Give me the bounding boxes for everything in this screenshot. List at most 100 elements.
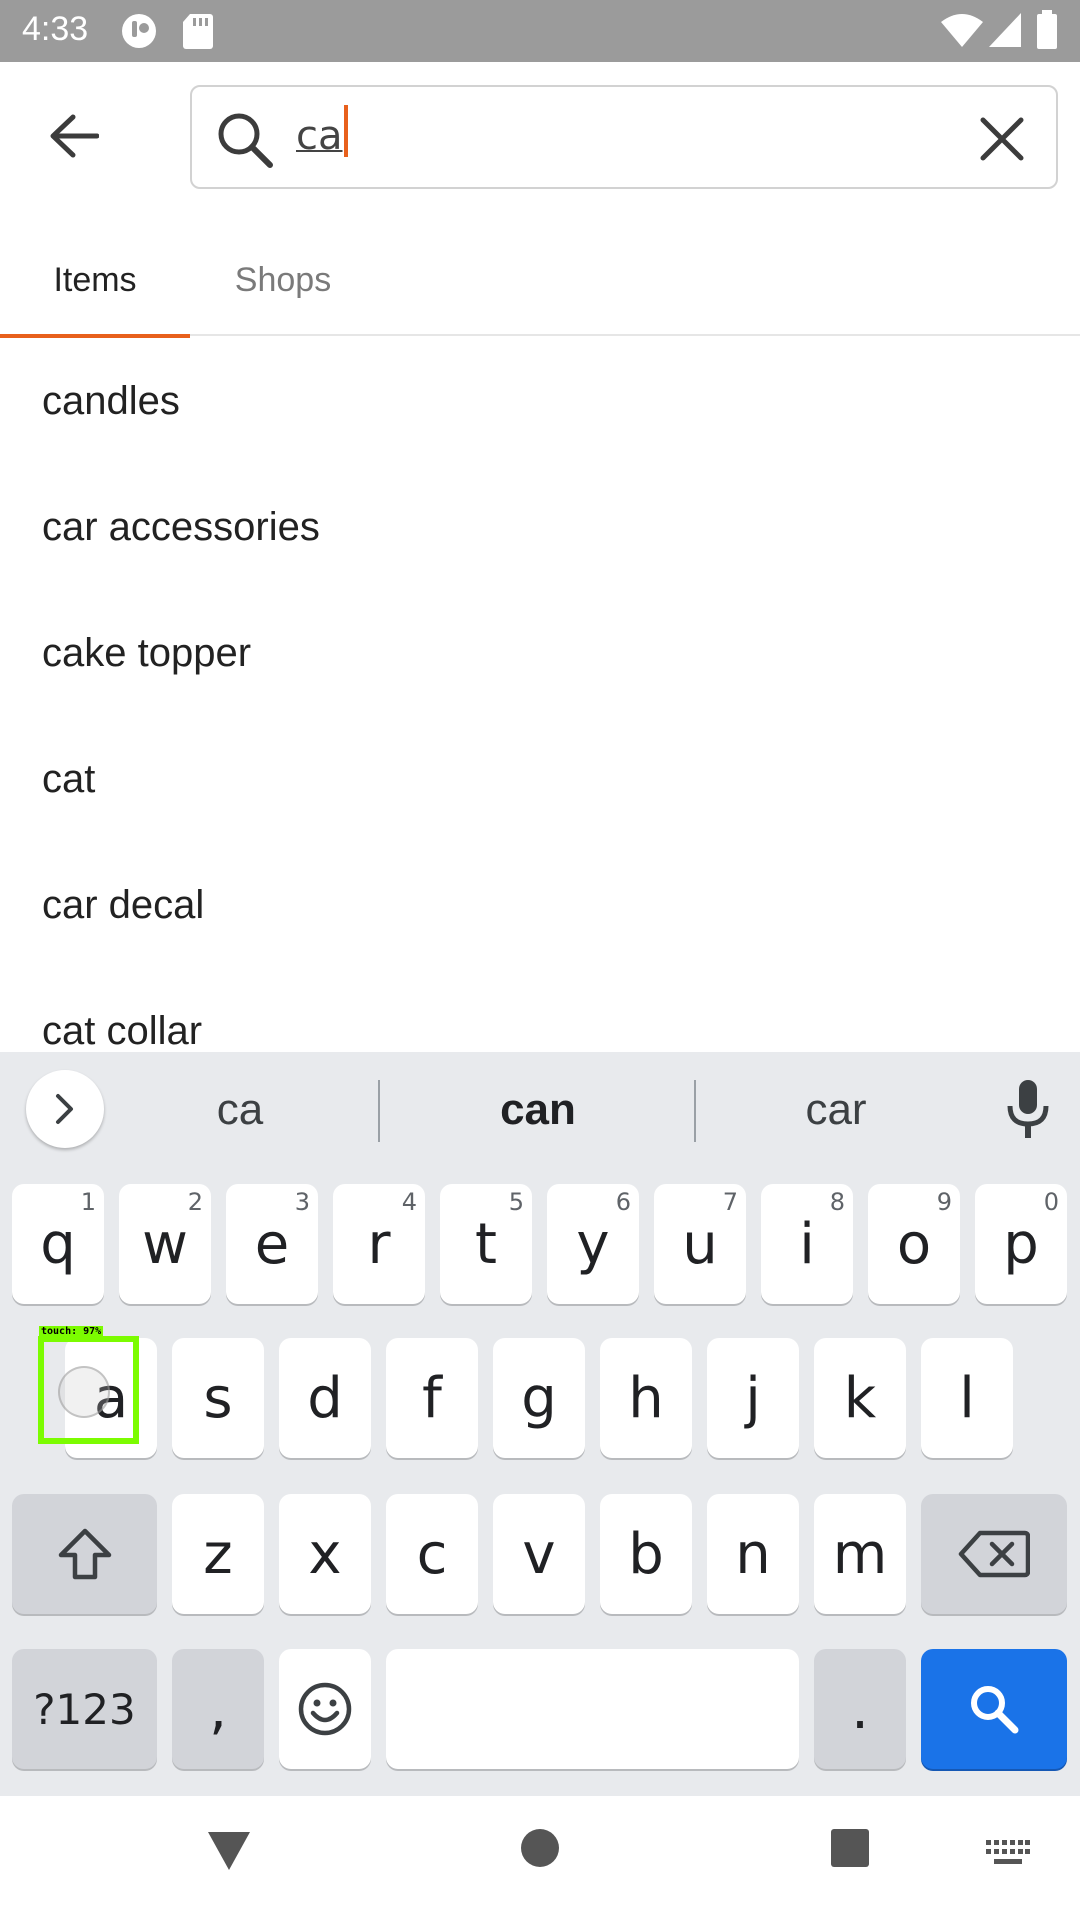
backspace-key[interactable] <box>921 1494 1067 1614</box>
touch-label: touch: 97% <box>39 1326 104 1337</box>
key-hint: 2 <box>187 1188 203 1216</box>
soft-keyboard: ca can car q1 w2 e3 r4 t5 y6 u7 i8 o9 p0… <box>0 1052 1080 1796</box>
key-h[interactable]: h <box>600 1338 692 1458</box>
key-f[interactable]: f <box>386 1338 478 1458</box>
key-hint: 8 <box>829 1188 845 1216</box>
key-r[interactable]: r4 <box>333 1184 425 1304</box>
key-k[interactable]: k <box>814 1338 906 1458</box>
keyboard-suggestion[interactable]: can <box>418 1072 658 1148</box>
key-hint: 3 <box>294 1188 310 1216</box>
keyboard-switch-button[interactable] <box>986 1840 1030 1866</box>
key-hint: 9 <box>936 1188 952 1216</box>
suggestion-item[interactable]: cake topper <box>0 590 1080 716</box>
period-key[interactable]: . <box>814 1649 906 1769</box>
key-m[interactable]: m <box>814 1494 906 1614</box>
key-label: r <box>367 1211 391 1277</box>
search-icon <box>216 111 274 173</box>
key-hint: 6 <box>615 1188 631 1216</box>
key-q[interactable]: q1 <box>12 1184 104 1304</box>
circle-icon <box>521 1829 559 1867</box>
key-label: q <box>40 1211 76 1277</box>
tab-shops[interactable]: Shops <box>190 224 376 336</box>
search-header: ca <box>0 62 1080 224</box>
key-s[interactable]: s <box>172 1338 264 1458</box>
key-z[interactable]: z <box>172 1494 264 1614</box>
key-l[interactable]: l <box>921 1338 1013 1458</box>
suggestion-item[interactable]: candles <box>0 338 1080 464</box>
symbols-key[interactable]: ?123 <box>12 1649 157 1769</box>
arrow-left-icon <box>50 114 99 158</box>
search-query-text: ca <box>296 113 343 159</box>
emoji-icon <box>298 1682 352 1736</box>
nav-home-button[interactable] <box>520 1828 560 1868</box>
suggestion-divider <box>694 1080 696 1142</box>
notification-app-icon <box>120 12 158 54</box>
key-label: w <box>142 1211 188 1277</box>
key-t[interactable]: t5 <box>440 1184 532 1304</box>
key-hint: 4 <box>401 1188 417 1216</box>
sd-card-icon <box>182 12 214 54</box>
key-v[interactable]: v <box>493 1494 585 1614</box>
key-e[interactable]: e3 <box>226 1184 318 1304</box>
square-icon <box>831 1829 869 1867</box>
key-o[interactable]: o9 <box>868 1184 960 1304</box>
search-input[interactable]: ca <box>296 113 343 159</box>
tab-items[interactable]: Items <box>0 224 190 338</box>
backspace-icon <box>958 1530 1030 1578</box>
key-label: o <box>896 1211 932 1277</box>
status-bar: 4:33 <box>0 0 1080 62</box>
wifi-icon <box>940 14 984 52</box>
expand-suggestions-button[interactable] <box>26 1070 104 1148</box>
key-y[interactable]: y6 <box>547 1184 639 1304</box>
key-label: u <box>682 1211 718 1277</box>
key-u[interactable]: u7 <box>654 1184 746 1304</box>
clear-search-button[interactable] <box>972 109 1032 169</box>
key-b[interactable]: b <box>600 1494 692 1614</box>
key-j[interactable]: j <box>707 1338 799 1458</box>
shift-arrow-icon <box>58 1528 111 1580</box>
key-hint: 1 <box>80 1188 96 1216</box>
microphone-icon[interactable] <box>1000 1080 1056 1144</box>
chevron-right-icon <box>56 1094 73 1124</box>
key-c[interactable]: c <box>386 1494 478 1614</box>
key-i[interactable]: i8 <box>761 1184 853 1304</box>
keyboard-suggestion[interactable]: ca <box>120 1072 360 1148</box>
suggestion-item[interactable]: car accessories <box>0 464 1080 590</box>
search-icon <box>971 1686 1019 1734</box>
comma-key[interactable]: , <box>172 1649 264 1769</box>
text-caret <box>344 105 348 157</box>
nav-back-button[interactable] <box>206 1828 252 1872</box>
space-key[interactable] <box>386 1649 799 1769</box>
key-label: p <box>1003 1211 1039 1277</box>
key-n[interactable]: n <box>707 1494 799 1614</box>
keyboard-icon <box>986 1840 1030 1864</box>
battery-icon <box>1036 10 1058 54</box>
key-label: i <box>799 1211 815 1277</box>
key-label: e <box>254 1211 290 1277</box>
key-d[interactable]: d <box>279 1338 371 1458</box>
triangle-down-icon <box>208 1832 250 1870</box>
suggestion-divider <box>378 1080 380 1142</box>
key-hint: 7 <box>722 1188 738 1216</box>
back-button[interactable] <box>38 100 110 172</box>
keyboard-suggestion[interactable]: car <box>716 1072 956 1148</box>
nav-recents-button[interactable] <box>830 1828 870 1868</box>
keyboard-search-key[interactable] <box>921 1649 1067 1769</box>
key-x[interactable]: x <box>279 1494 371 1614</box>
cell-signal-icon <box>988 12 1022 52</box>
suggestion-item[interactable]: cat collar <box>0 968 1080 1053</box>
shift-key[interactable] <box>12 1494 157 1614</box>
key-p[interactable]: p0 <box>975 1184 1067 1304</box>
search-field[interactable]: ca <box>190 85 1058 189</box>
search-tabs: Items Shops <box>0 224 1080 338</box>
keyboard-suggestion-strip: ca can car <box>0 1052 1080 1168</box>
key-hint: 5 <box>508 1188 524 1216</box>
touch-highlight-box <box>38 1336 139 1444</box>
suggestion-item[interactable]: car decal <box>0 842 1080 968</box>
key-w[interactable]: w2 <box>119 1184 211 1304</box>
key-label: y <box>576 1211 610 1277</box>
suggestion-list: candles car accessories cake topper cat … <box>0 338 1080 1053</box>
emoji-key[interactable] <box>279 1649 371 1769</box>
key-g[interactable]: g <box>493 1338 585 1458</box>
suggestion-item[interactable]: cat <box>0 716 1080 842</box>
